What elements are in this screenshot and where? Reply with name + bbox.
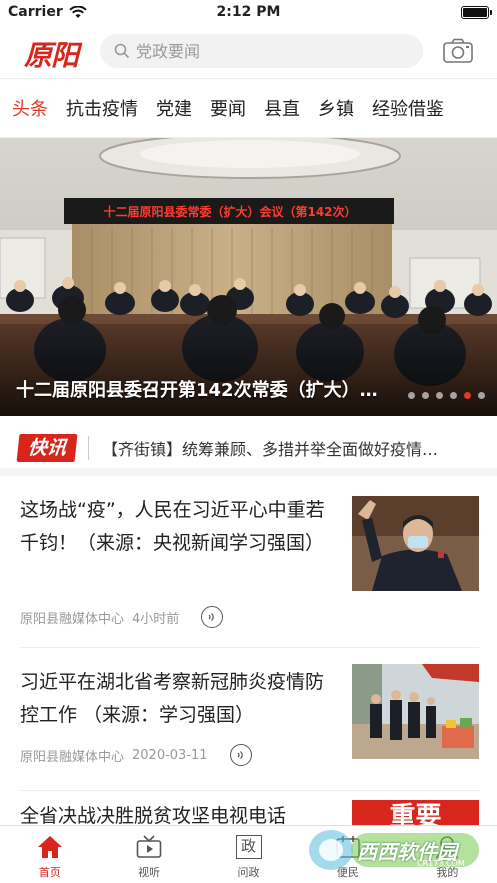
clock: 2:12 PM xyxy=(216,4,281,20)
policy-icon: 政 xyxy=(234,832,264,862)
audio-play-button[interactable] xyxy=(229,744,252,766)
nav-home[interactable]: 首页 xyxy=(0,826,99,883)
flash-badge: 快讯 xyxy=(16,434,78,462)
nav-policy[interactable]: 政 问政 xyxy=(199,826,298,883)
news-thumbnail[interactable] xyxy=(352,664,479,759)
audio-play-button[interactable] xyxy=(201,606,224,628)
app-logo: 原阳 xyxy=(24,39,79,72)
news-item[interactable]: 习近平在湖北省考察新冠肺炎疫情防控工作 （来源：学习强国） 原阳县融媒体中心 2… xyxy=(0,650,497,800)
thumb-text: 重要 xyxy=(389,802,442,825)
carousel-dot[interactable] xyxy=(436,392,443,399)
news-title[interactable]: 习近平在湖北省考察新冠肺炎疫情防控工作 （来源：学习强国） xyxy=(20,666,330,732)
tab-towns[interactable]: 乡镇 xyxy=(318,95,354,121)
flash-news-text[interactable]: 【齐街镇】统筹兼顾、多措并举全面做好疫情… xyxy=(102,436,482,460)
nav-label: 视听 xyxy=(138,866,161,879)
audio-icon xyxy=(208,613,215,621)
camera-icon[interactable] xyxy=(443,38,473,64)
tab-epidemic[interactable]: 抗击疫情 xyxy=(66,95,138,121)
news-item[interactable]: 这场战“疫”，人民在习近平心中重若千钧！（来源：央视新闻学习强国） 原阳县融媒体… xyxy=(0,484,497,648)
policy-glyph: 政 xyxy=(235,835,262,859)
news-thumbnail[interactable] xyxy=(352,496,479,591)
news-source: 原阳县融媒体中心 xyxy=(20,749,125,765)
meeting-photo xyxy=(0,138,497,416)
nav-label: 首页 xyxy=(38,866,61,879)
watermark-subtext: CR173.COM xyxy=(417,859,465,868)
tab-news[interactable]: 要闻 xyxy=(210,95,246,121)
news-title[interactable]: 这场战“疫”，人民在习近平心中重若千钧！（来源：央视新闻学习强国） xyxy=(20,494,330,560)
audio-icon xyxy=(237,751,243,759)
news-meta: 原阳县融媒体中心 2020-03-11 xyxy=(20,744,252,766)
news-time: 2020-03-11 xyxy=(132,747,208,763)
battery-icon xyxy=(461,6,492,19)
divider xyxy=(88,436,89,460)
banner-carousel[interactable]: 十二届原阳县委常委（扩大）会议（第142次） 十二届原阳县委召开第142次常委（… xyxy=(0,138,497,416)
carousel-dot[interactable] xyxy=(450,392,457,399)
nav-label: 问政 xyxy=(237,866,260,879)
carousel-dot[interactable] xyxy=(478,392,485,399)
nav-video[interactable]: 视听 xyxy=(99,826,198,883)
status-bar: Carrier 2:12 PM xyxy=(0,0,497,26)
tv-icon xyxy=(134,832,164,862)
tab-headlines[interactable]: 头条 xyxy=(12,95,48,121)
carousel-indicator xyxy=(408,392,485,399)
flash-news-bar[interactable]: 快讯 【齐街镇】统筹兼顾、多措并举全面做好疫情… xyxy=(0,420,497,476)
news-item[interactable]: 全省决战决胜脱贫攻坚电视电话 重要 xyxy=(0,800,497,825)
list-divider xyxy=(20,647,479,648)
search-input[interactable] xyxy=(136,41,396,61)
category-tabs: 头条 抗击疫情 党建 要闻 县直 乡镇 经验借鉴 xyxy=(0,78,497,138)
tab-county[interactable]: 县直 xyxy=(264,95,300,121)
banner-screen-text: 十二届原阳县委常委（扩大）会议（第142次） xyxy=(103,205,357,219)
carousel-dot[interactable] xyxy=(422,392,429,399)
news-meta: 原阳县融媒体中心 4小时前 xyxy=(20,606,224,628)
watermark: 西西软件园 CR173.COM xyxy=(305,825,485,875)
list-divider xyxy=(20,790,479,791)
search-icon xyxy=(114,43,130,59)
news-time: 4小时前 xyxy=(132,611,180,627)
home-icon xyxy=(35,832,65,862)
news-source: 原阳县融媒体中心 xyxy=(20,611,125,627)
news-title[interactable]: 全省决战决胜脱贫攻坚电视电话 xyxy=(20,800,330,825)
tab-experience[interactable]: 经验借鉴 xyxy=(372,95,444,121)
news-thumbnail[interactable]: 重要 xyxy=(352,800,479,825)
carousel-dot[interactable] xyxy=(408,392,415,399)
search-bar[interactable] xyxy=(100,34,423,68)
app-header: 原阳 xyxy=(0,26,497,78)
tab-party-building[interactable]: 党建 xyxy=(156,95,192,121)
carousel-dot-active[interactable] xyxy=(464,392,471,399)
